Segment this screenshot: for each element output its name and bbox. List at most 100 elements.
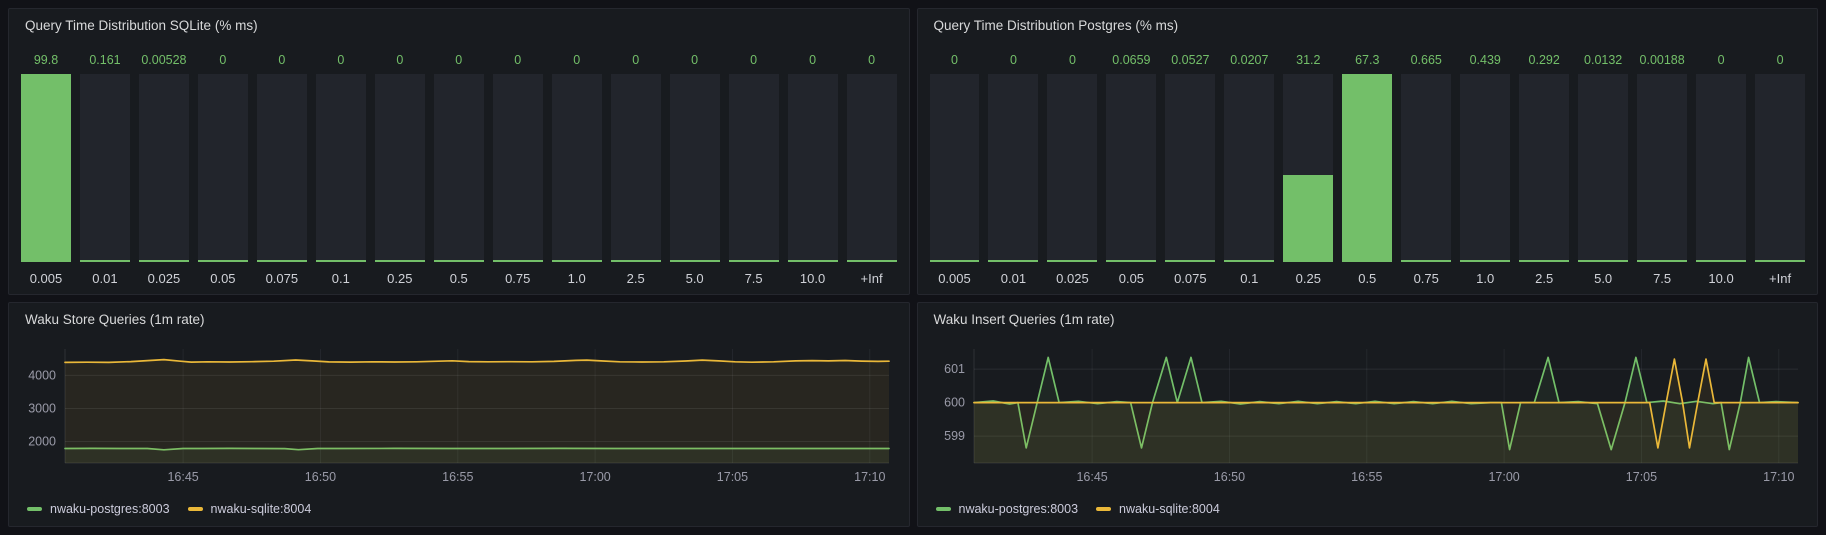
legend-item-nwaku-sqlite[interactable]: nwaku-sqlite:8004 xyxy=(1096,502,1220,516)
bar-category-label: 0.25 xyxy=(375,262,425,286)
bar-value-label: 0 xyxy=(847,37,897,74)
bar-category-label: 0.025 xyxy=(139,262,189,286)
bar-track xyxy=(257,74,307,262)
bar-value-label: 0.0659 xyxy=(1106,37,1156,74)
bar-category-label: +Inf xyxy=(847,262,897,286)
y-tick-label: 4000 xyxy=(28,368,56,382)
x-tick-label: 16:55 xyxy=(442,470,473,484)
x-tick-label: 17:10 xyxy=(1763,470,1794,484)
histogram-bar-0.005: 00.005 xyxy=(930,37,980,286)
x-tick-label: 17:05 xyxy=(717,470,748,484)
bar-track xyxy=(1106,74,1156,262)
histogram-bar-0.1: 0.02070.1 xyxy=(1224,37,1274,286)
bar-category-label: 1.0 xyxy=(1460,262,1510,286)
panel-title-waku-store-queries[interactable]: Waku Store Queries (1m rate) xyxy=(25,311,899,329)
bar-fill xyxy=(611,260,661,262)
bar-category-label: 2.5 xyxy=(611,262,661,286)
bar-track xyxy=(1460,74,1510,262)
legend-swatch-yellow xyxy=(1096,507,1111,511)
histogram-bar-7.5: 0.001887.5 xyxy=(1637,37,1687,286)
histogram-bar-0.025: 0.005280.025 xyxy=(139,37,189,286)
bar-fill xyxy=(80,260,130,262)
panel-title-waku-insert-queries[interactable]: Waku Insert Queries (1m rate) xyxy=(934,311,1808,329)
legend-item-nwaku-postgres[interactable]: nwaku-postgres:8003 xyxy=(936,502,1079,516)
panel-title-query-time-sqlite[interactable]: Query Time Distribution SQLite (% ms) xyxy=(25,17,899,35)
bar-track xyxy=(139,74,189,262)
legend-item-nwaku-sqlite[interactable]: nwaku-sqlite:8004 xyxy=(188,502,312,516)
histogram-bar-0.075: 00.075 xyxy=(257,37,307,286)
bar-fill xyxy=(139,260,189,262)
bar-fill xyxy=(1696,260,1746,262)
histogram-bar-0.005: 99.80.005 xyxy=(21,37,71,286)
bar-fill xyxy=(552,260,602,262)
bar-value-label: 0.292 xyxy=(1519,37,1569,74)
bar-category-label: 7.5 xyxy=(729,262,779,286)
legend-label: nwaku-postgres:8003 xyxy=(50,502,170,516)
y-tick-label: 3000 xyxy=(28,401,56,415)
panel-title-query-time-postgres[interactable]: Query Time Distribution Postgres (% ms) xyxy=(934,17,1808,35)
bar-track xyxy=(788,74,838,262)
bar-category-label: 0.5 xyxy=(1342,262,1392,286)
histogram-bar-0.025: 00.025 xyxy=(1047,37,1097,286)
histogram-bar-7.5: 07.5 xyxy=(729,37,779,286)
x-tick-label: 16:55 xyxy=(1351,470,1382,484)
bar-fill xyxy=(1283,175,1333,262)
bar-category-label: 0.01 xyxy=(80,262,130,286)
histogram-bar-+Inf: 0 +Inf xyxy=(847,37,897,286)
bar-category-label: 0.075 xyxy=(257,262,307,286)
bar-category-label: 0.05 xyxy=(1106,262,1156,286)
bar-track xyxy=(988,74,1038,262)
bar-track xyxy=(80,74,130,262)
histogram-bar-10.0: 010.0 xyxy=(788,37,838,286)
x-tick-label: 16:45 xyxy=(1076,470,1107,484)
bar-value-label: 0 xyxy=(670,37,720,74)
histogram-bar-2.5: 02.5 xyxy=(611,37,661,286)
histogram-bar-0.75: 0.6650.75 xyxy=(1401,37,1451,286)
bar-track xyxy=(316,74,366,262)
x-tick-label: 16:45 xyxy=(167,470,198,484)
histogram-bar-0.75: 00.75 xyxy=(493,37,543,286)
x-tick-label: 16:50 xyxy=(1213,470,1244,484)
bar-value-label: 0.161 xyxy=(80,37,130,74)
x-tick-label: 17:00 xyxy=(579,470,610,484)
grafana-dashboard: Query Time Distribution SQLite (% ms) 99… xyxy=(0,0,1826,535)
bar-value-label: 0 xyxy=(1047,37,1097,74)
bar-fill xyxy=(729,260,779,262)
bar-track xyxy=(1283,74,1333,262)
legend-store-queries: nwaku-postgres:8003 nwaku-sqlite:8004 xyxy=(19,500,899,518)
bar-category-label: 0.075 xyxy=(1165,262,1215,286)
bar-fill xyxy=(1755,260,1805,262)
histogram-bar-0.05: 00.05 xyxy=(198,37,248,286)
bar-track xyxy=(1578,74,1628,262)
histogram-bar-+Inf: 0+Inf xyxy=(1755,37,1805,286)
histogram-bar-5.0: 05.0 xyxy=(670,37,720,286)
x-tick-label: 17:10 xyxy=(854,470,885,484)
bar-track xyxy=(1342,74,1392,262)
bar-category-label: 0.1 xyxy=(316,262,366,286)
bar-category-label: 10.0 xyxy=(788,262,838,286)
bar-fill xyxy=(988,260,1038,262)
bar-value-label: 0 xyxy=(316,37,366,74)
bar-track xyxy=(1224,74,1274,262)
bar-track xyxy=(1755,74,1805,262)
bar-fill xyxy=(1401,260,1451,262)
bar-value-label: 0 xyxy=(611,37,661,74)
bar-value-label: 0.0132 xyxy=(1578,37,1628,74)
bar-fill xyxy=(316,260,366,262)
legend-item-nwaku-postgres[interactable]: nwaku-postgres:8003 xyxy=(27,502,170,516)
histogram-bar-5.0: 0.01325.0 xyxy=(1578,37,1628,286)
histogram-bar-0.1: 00.1 xyxy=(316,37,366,286)
bar-category-label: 2.5 xyxy=(1519,262,1569,286)
x-tick-label: 16:50 xyxy=(305,470,336,484)
panel-waku-insert-queries: Waku Insert Queries (1m rate) 16:45 16:50… xyxy=(917,302,1819,527)
legend-swatch-yellow xyxy=(188,507,203,511)
bar-category-label: 0.005 xyxy=(21,262,71,286)
timeseries-store-queries: 16:4516:5016:5517:0017:0517:102000300040… xyxy=(19,331,899,500)
bar-value-label: 0 xyxy=(198,37,248,74)
bar-track xyxy=(729,74,779,262)
bar-track xyxy=(670,74,720,262)
bar-track xyxy=(1047,74,1097,262)
panel-query-time-postgres: Query Time Distribution Postgres (% ms) … xyxy=(917,8,1819,295)
legend-insert-queries: nwaku-postgres:8003 nwaku-sqlite:8004 xyxy=(928,500,1808,518)
bar-value-label: 0.0527 xyxy=(1165,37,1215,74)
